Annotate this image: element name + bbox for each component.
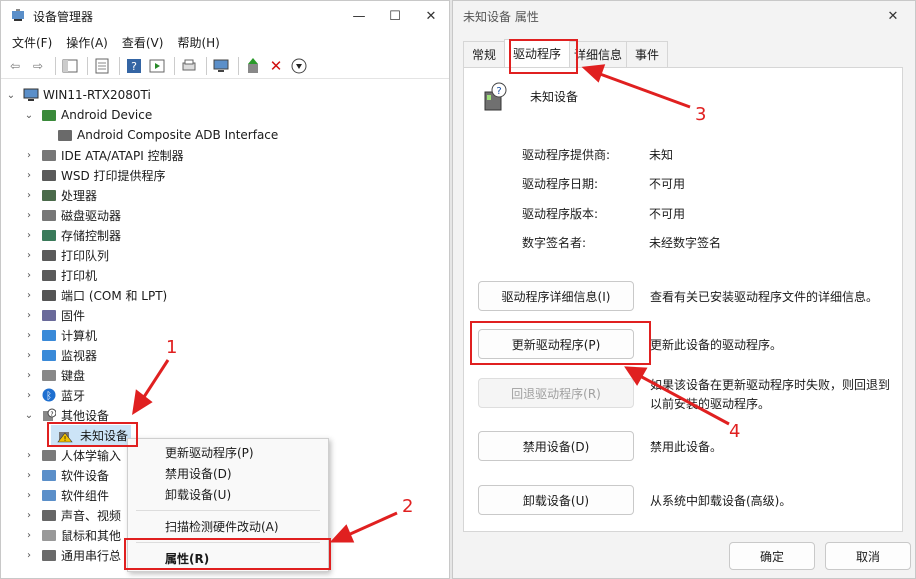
arrow-1 [140, 359, 170, 401]
arrow-4 [639, 374, 730, 426]
annotation-number-2: 2 [402, 496, 414, 517]
arrow-2-head [329, 524, 355, 543]
arrow-3 [599, 72, 691, 109]
annotation-number-3: 3 [695, 104, 707, 125]
arrow-1-head [132, 389, 153, 415]
annotation-number-4: 4 [729, 421, 741, 442]
annotation-number-1: 1 [166, 337, 178, 358]
arrow-3-head [581, 64, 606, 83]
arrow-2 [347, 511, 398, 537]
arrow-4-head [624, 366, 648, 386]
annotation-arrows [132, 64, 730, 543]
